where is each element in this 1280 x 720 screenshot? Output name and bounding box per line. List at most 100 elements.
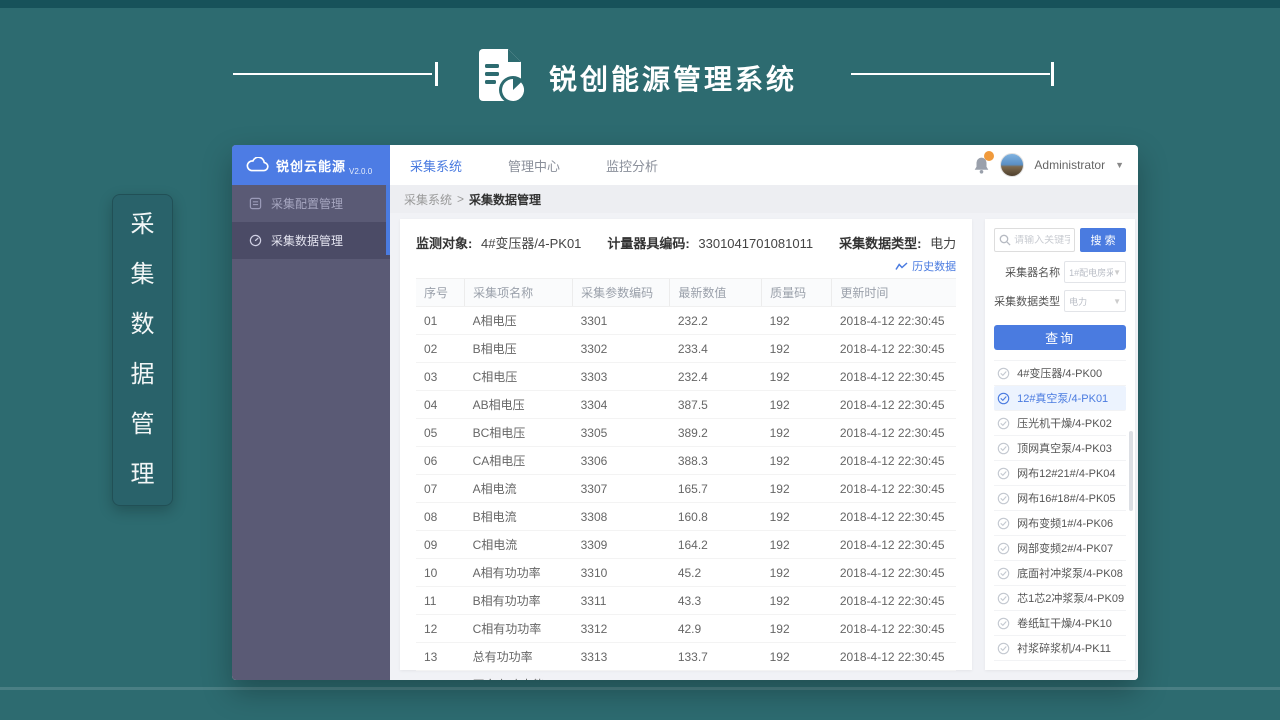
nav-tab[interactable]: 采集系统 [410, 156, 462, 175]
nav-tab[interactable]: 管理中心 [508, 156, 560, 175]
cell-name: B相电流 [465, 503, 573, 531]
table-row: 05 BC相电压 3305 389.2 192 2018-4-12 22:30:… [416, 419, 956, 447]
cell-seq: 10 [416, 559, 465, 587]
device-list-item[interactable]: 网布16#18#/4-PK05 [994, 486, 1126, 511]
collector-select[interactable]: 1#配电房采集器 ▼ [1064, 261, 1126, 283]
cell-value: 233.4 [670, 335, 762, 363]
cell-time: 2018-4-12 22:30:45 [832, 475, 956, 503]
sidebar-item-label: 采集配置管理 [271, 195, 343, 212]
device-list-item[interactable]: 网布12#21#/4-PK04 [994, 461, 1126, 486]
cell-quality: 192 [762, 643, 832, 671]
device-list-item[interactable]: 12#真空泵/4-PK01 [994, 386, 1126, 411]
device-list-item[interactable]: 底面衬冲浆泵/4-PK08 [994, 561, 1126, 586]
sidebar: 锐创云能源 V2.0.0 采集配置管理 [232, 145, 390, 680]
cell-quality: 192 [762, 671, 832, 681]
cell-quality: 192 [762, 531, 832, 559]
device-list-item[interactable]: 压光机干燥/4-PK02 [994, 411, 1126, 436]
device-list-item[interactable]: 卷纸缸干燥/4-PK10 [994, 611, 1126, 636]
circle-check-icon [997, 392, 1010, 405]
table-row: 02 B相电压 3302 233.4 192 2018-4-12 22:30:4… [416, 335, 956, 363]
cell-code: 3305 [573, 419, 670, 447]
cell-quality: 192 [762, 363, 832, 391]
cell-code: 3313 [573, 643, 670, 671]
device-list-item[interactable]: 网部变频2#/4-PK07 [994, 536, 1126, 561]
cell-name: C相有功功率 [465, 615, 573, 643]
cell-value: 387.5 [670, 391, 762, 419]
circle-check-icon [997, 467, 1010, 480]
cell-time: 2018-4-12 22:30:45 [832, 419, 956, 447]
cell-value: 165.7 [670, 475, 762, 503]
circle-check-icon [997, 592, 1010, 605]
device-list: 4#变压器/4-PK00 12#真空泵/4-PK01 [994, 360, 1126, 661]
cell-value: 45.2 [670, 559, 762, 587]
nav-tab[interactable]: 监控分析 [606, 156, 658, 175]
device-list-item[interactable]: 衬浆碎浆机/4-PK11 [994, 636, 1126, 661]
datatype-select[interactable]: 电力 ▼ [1064, 290, 1126, 312]
cell-code: 3311 [573, 587, 670, 615]
table-row: 06 CA相电压 3306 388.3 192 2018-4-12 22:30:… [416, 447, 956, 475]
datatype-row: 采集数据类型 电力 ▼ [994, 290, 1126, 312]
query-button[interactable]: 查询 [994, 325, 1126, 350]
sidebar-logo: 锐创云能源 V2.0.0 [232, 145, 390, 185]
cell-seq: 03 [416, 363, 465, 391]
column-header: 采集项名称 [465, 279, 573, 307]
cell-value: 232.4 [670, 363, 762, 391]
circle-check-icon [997, 442, 1010, 455]
cell-time: 2018-4-12 22:30:45 [832, 559, 956, 587]
breadcrumb-separator: > [457, 192, 464, 206]
device-label: 卷纸缸干燥/4-PK10 [1017, 615, 1112, 631]
table-body: 01 A相电压 3301 232.2 192 2018-4-12 22:30:4… [416, 307, 956, 681]
search-button[interactable]: 搜 索 [1080, 228, 1126, 252]
notification-bell-icon[interactable] [973, 156, 990, 174]
device-list-item[interactable]: 顶网真空泵/4-PK03 [994, 436, 1126, 461]
collector-label: 采集器名称 [994, 264, 1060, 280]
column-header: 采集参数编码 [573, 279, 670, 307]
cell-code: 3307 [573, 475, 670, 503]
cell-value: 874513.21 [670, 671, 762, 681]
page-title: 锐创能源管理系统 [549, 58, 797, 98]
cell-time: 2018-4-12 22:30:45 [832, 335, 956, 363]
device-list-item[interactable]: 4#变压器/4-PK00 [994, 361, 1126, 386]
device-list-item[interactable]: 芯1芯2冲浆泵/4-PK09 [994, 586, 1126, 611]
chevron-down-icon: ▼ [1113, 268, 1121, 277]
line-chart-icon [895, 262, 908, 271]
device-label: 顶网真空泵/4-PK03 [1017, 440, 1112, 456]
banner-divider-right [851, 73, 1050, 75]
banner-tick-left [435, 62, 438, 86]
circle-check-icon [997, 642, 1010, 655]
meter-code: 计量器具编码: 3301041701081011 [607, 233, 813, 252]
monitor-info-row: 监测对象: 4#变压器/4-PK01 计量器具编码: 3301041701081… [416, 233, 956, 252]
device-label: 底面衬冲浆泵/4-PK08 [1017, 565, 1123, 581]
cell-quality: 192 [762, 475, 832, 503]
cell-time: 2018-4-12 22:30:45 [832, 643, 956, 671]
history-data-link[interactable]: 历史数据 [895, 258, 956, 274]
column-header: 更新时间 [832, 279, 956, 307]
circle-check-icon [997, 542, 1010, 555]
cell-seq: 14 [416, 671, 465, 681]
chevron-down-icon[interactable]: ▼ [1115, 160, 1124, 170]
table-row: 01 A相电压 3301 232.2 192 2018-4-12 22:30:4… [416, 307, 956, 335]
cell-name: A相电压 [465, 307, 573, 335]
cell-code: 3301 [573, 307, 670, 335]
report-document-icon [474, 47, 528, 110]
sidebar-item-collection-config[interactable]: 采集配置管理 [232, 185, 390, 222]
sidebar-item-collection-data[interactable]: 采集数据管理 [232, 222, 390, 259]
username[interactable]: Administrator [1034, 158, 1105, 172]
search-input[interactable] [1014, 235, 1070, 246]
circle-check-icon [997, 367, 1010, 380]
cell-value: 389.2 [670, 419, 762, 447]
cell-name: CA相电压 [465, 447, 573, 475]
banner-tick-right [1051, 62, 1054, 86]
ribbon-title: 采集数据管理 [130, 200, 155, 500]
table-header: 序号采集项名称采集参数编码最新数值质量码更新时间 [416, 279, 956, 307]
side-ribbon-card: 采集数据管理 [112, 194, 173, 506]
table-row: 11 B相有功功率 3311 43.3 192 2018-4-12 22:30:… [416, 587, 956, 615]
device-list-item[interactable]: 网布变频1#/4-PK06 [994, 511, 1126, 536]
avatar[interactable] [1000, 153, 1024, 177]
panel-scrollbar[interactable] [1129, 431, 1133, 511]
breadcrumb-parent[interactable]: 采集系统 [404, 191, 452, 208]
cell-seq: 05 [416, 419, 465, 447]
cell-name: B相有功功率 [465, 587, 573, 615]
table-row: 03 C相电压 3303 232.4 192 2018-4-12 22:30:4… [416, 363, 956, 391]
table-row: 08 B相电流 3308 160.8 192 2018-4-12 22:30:4… [416, 503, 956, 531]
